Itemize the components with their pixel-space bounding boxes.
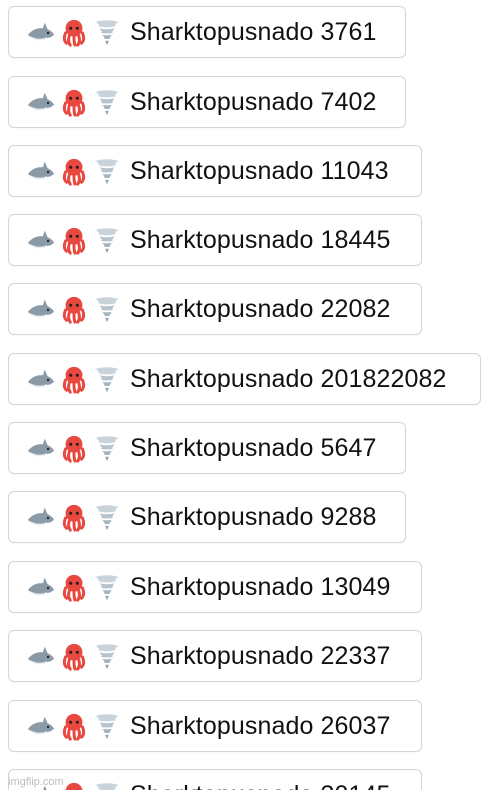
tornado-icon [95,367,119,393]
tornado-icon [95,228,119,254]
list-item[interactable]: Sharktopusnado 30145 [8,769,422,790]
tornado-icon [95,159,119,185]
shark-icon [27,369,55,388]
item-label: Sharktopusnado 3761 [130,18,377,46]
emoji-group [26,711,122,741]
shark-icon [27,507,55,526]
list-item[interactable]: Sharktopusnado 7402 [8,76,406,128]
octopus-icon [62,435,86,463]
tornado-icon [95,436,119,462]
tornado-icon [95,644,119,670]
item-label: Sharktopusnado 22337 [130,642,391,670]
tornado-icon [95,297,119,323]
shark-icon [27,161,55,180]
item-label: Sharktopusnado 5647 [130,434,377,462]
tornado-icon [95,20,119,46]
item-label: Sharktopusnado 18445 [130,226,391,254]
shark-icon [27,646,55,665]
item-label: Sharktopusnado 201822082 [130,365,447,393]
list-item[interactable]: Sharktopusnado 18445 [8,214,422,266]
item-label: Sharktopusnado 13049 [130,573,391,601]
emoji-group [26,433,122,463]
list-item[interactable]: Sharktopusnado 5647 [8,422,406,474]
list-item[interactable]: Sharktopusnado 26037 [8,700,422,752]
emoji-group [26,225,122,255]
shark-icon [27,92,55,111]
emoji-group [26,17,122,47]
shark-icon [27,716,55,735]
item-label: Sharktopusnado 11043 [130,157,389,185]
shark-icon [27,577,55,596]
list-item[interactable]: Sharktopusnado 3761 [8,6,406,58]
octopus-icon [62,227,86,255]
list-item[interactable]: Sharktopusnado 11043 [8,145,422,197]
item-label: Sharktopusnado 26037 [130,712,391,740]
tornado-icon [95,714,119,740]
emoji-group [26,502,122,532]
watermark: imgflip.com [8,776,64,788]
tornado-icon [95,575,119,601]
list-item[interactable]: Sharktopusnado 22337 [8,630,422,682]
octopus-icon [62,574,86,602]
octopus-icon [62,504,86,532]
list-item[interactable]: Sharktopusnado 201822082 [8,353,481,405]
shark-icon [27,299,55,318]
octopus-icon [62,158,86,186]
shark-icon [27,22,55,41]
octopus-icon [62,643,86,671]
tornado-icon [95,505,119,531]
list-item[interactable]: Sharktopusnado 22082 [8,283,422,335]
octopus-icon [62,366,86,394]
shark-icon [27,438,55,457]
tornado-icon [95,783,119,790]
item-list: Sharktopusnado 3761 Sharktopusnado 7402 … [0,0,500,790]
emoji-group [26,641,122,671]
emoji-group [26,156,122,186]
list-item[interactable]: Sharktopusnado 9288 [8,491,406,543]
item-label: Sharktopusnado 7402 [130,88,377,116]
item-label: Sharktopusnado 22082 [130,295,391,323]
tornado-icon [95,90,119,116]
octopus-icon [62,19,86,47]
emoji-group [26,87,122,117]
shark-icon [27,230,55,249]
item-label: Sharktopusnado 30145 [130,780,391,790]
item-label: Sharktopusnado 9288 [130,503,377,531]
octopus-icon [62,89,86,117]
octopus-icon [62,713,86,741]
octopus-icon [62,296,86,324]
list-item[interactable]: Sharktopusnado 13049 [8,561,422,613]
emoji-group [26,572,122,602]
emoji-group [26,294,122,324]
emoji-group [26,364,122,394]
